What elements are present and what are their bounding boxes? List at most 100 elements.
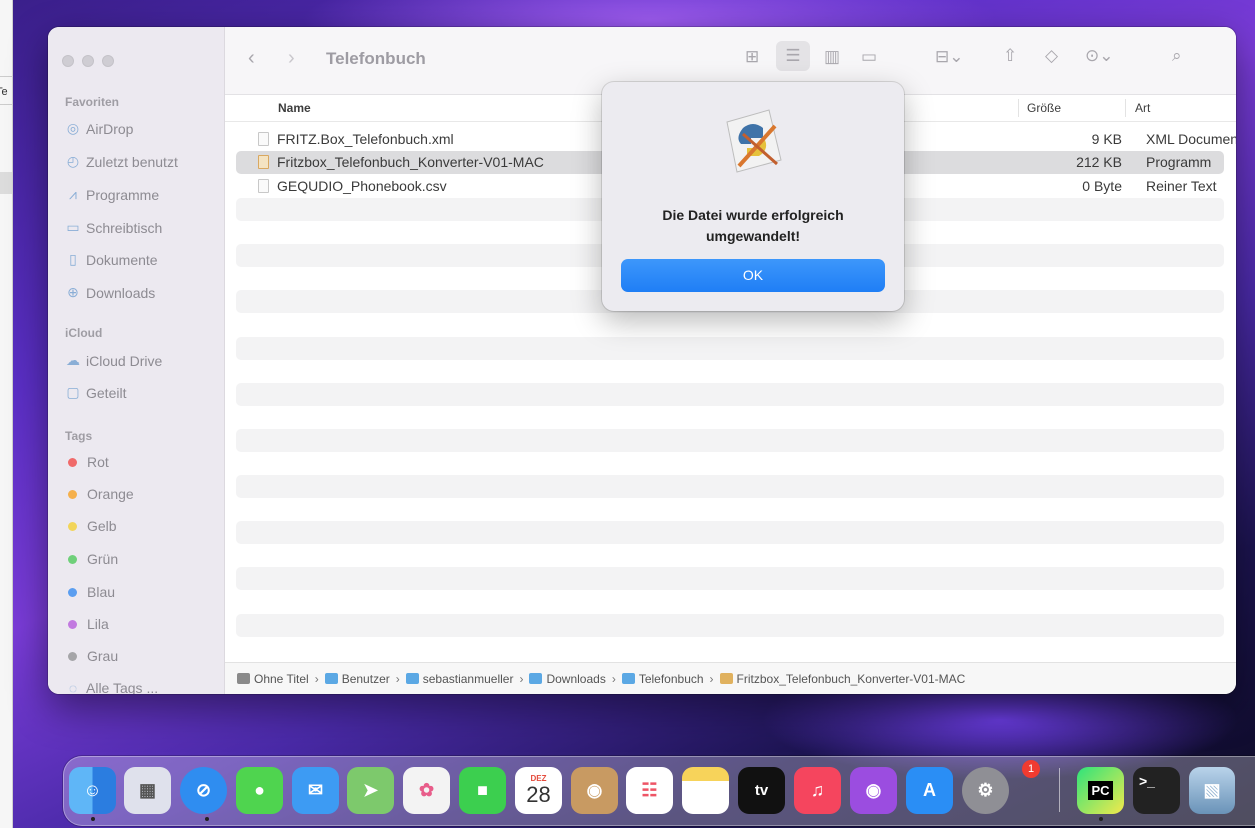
sidebar-item-desktop[interactable]: ▭ Schreibtisch: [65, 219, 162, 236]
sidebar-tag-blue[interactable]: Blau: [65, 584, 115, 600]
empty-row: [236, 614, 1224, 637]
tv-dock-icon[interactable]: tv: [738, 767, 785, 814]
home-folder-icon: [405, 673, 419, 684]
disk-icon: [237, 673, 250, 684]
path-bar: Ohne Titel › Benutzer › sebastianmueller › …: [225, 662, 1236, 694]
dock-separator: [1059, 768, 1060, 812]
tag-dot-icon: [68, 489, 77, 499]
empty-row: [236, 429, 1224, 452]
empty-row: [236, 521, 1224, 544]
folder-icon: [621, 673, 635, 684]
group-by-icon[interactable]: ⊟⌄: [935, 47, 964, 67]
sidebar-tag-gray[interactable]: Grau: [65, 648, 118, 664]
messages-dock-icon[interactable]: ●: [236, 767, 283, 814]
close-window-button[interactable]: [62, 55, 74, 67]
python-app-icon: [258, 155, 269, 169]
list-view-icon[interactable]: ☰: [776, 41, 810, 71]
app-store-dock-icon[interactable]: A: [906, 767, 953, 814]
path-item[interactable]: sebastianmueller: [423, 672, 514, 686]
mail-dock-icon[interactable]: ✉: [292, 767, 339, 814]
sidebar-tag-orange[interactable]: Orange: [65, 486, 134, 502]
maps-dock-icon[interactable]: ➤: [347, 767, 394, 814]
facetime-dock-icon[interactable]: ■: [459, 767, 506, 814]
column-kind[interactable]: Art: [1135, 101, 1150, 115]
python-app-icon: [719, 673, 733, 684]
sidebar-heading-tags: Tags: [65, 429, 93, 443]
sidebar-all-tags[interactable]: ◌ Alle Tags ...: [65, 680, 158, 694]
search-icon[interactable]: ⌕: [1172, 46, 1182, 66]
xml-file-icon: [258, 132, 269, 146]
clock-icon: ◴: [66, 153, 80, 169]
notification-badge: 1: [1022, 760, 1040, 778]
tag-dot-icon: [68, 651, 77, 661]
contacts-dock-icon[interactable]: ◉: [571, 767, 618, 814]
safari-dock-icon[interactable]: ⊘: [180, 767, 227, 814]
preview-dock-icon[interactable]: ▧: [1189, 767, 1235, 814]
terminal-dock-icon[interactable]: >_: [1133, 767, 1180, 814]
sidebar-item-icloud-drive[interactable]: ☁ iCloud Drive: [65, 352, 162, 369]
applications-icon: ⩘: [69, 186, 77, 202]
calendar-dock-icon[interactable]: DEZ 28: [515, 767, 562, 814]
tag-dot-icon: [68, 521, 77, 531]
path-item[interactable]: Downloads: [546, 672, 605, 686]
back-chevron-icon[interactable]: ‹: [248, 47, 255, 70]
sidebar-tag-purple[interactable]: Lila: [65, 616, 109, 632]
airdrop-icon: ◎: [66, 120, 80, 136]
icon-view-icon[interactable]: ⊞: [745, 47, 759, 67]
download-icon: ⊕: [67, 284, 79, 300]
column-name[interactable]: Name: [278, 101, 311, 115]
pycharm-dock-icon[interactable]: PC: [1077, 767, 1124, 814]
empty-row: [236, 383, 1224, 406]
gallery-view-icon[interactable]: ▭: [861, 47, 877, 67]
notes-dock-icon[interactable]: [682, 767, 729, 814]
sidebar-item-applications[interactable]: ⩘ Programme: [65, 186, 159, 203]
document-icon: ▯: [69, 251, 77, 267]
background-window-text: Te: [0, 86, 8, 98]
tag-dot-icon: [68, 587, 77, 597]
cloud-icon: ☁: [66, 352, 80, 368]
tag-dot-icon: [68, 554, 77, 564]
share-icon[interactable]: ⇧: [1003, 46, 1017, 66]
path-item[interactable]: Ohne Titel: [254, 672, 309, 686]
downloads-folder-icon: [529, 673, 543, 684]
reminders-dock-icon[interactable]: ☷: [626, 767, 673, 814]
sidebar-item-documents[interactable]: ▯ Dokumente: [65, 251, 157, 268]
finder-dock-icon[interactable]: ☺: [69, 767, 116, 814]
tag-icon[interactable]: ◇: [1045, 46, 1058, 66]
more-actions-icon[interactable]: ⊙⌄: [1085, 46, 1114, 66]
empty-row: [236, 567, 1224, 590]
photos-dock-icon[interactable]: ✿: [403, 767, 450, 814]
column-view-icon[interactable]: ▥: [824, 47, 840, 67]
zoom-window-button[interactable]: [102, 55, 114, 67]
tag-dot-icon: [68, 619, 77, 629]
music-dock-icon[interactable]: ♫: [794, 767, 841, 814]
path-item[interactable]: Benutzer: [342, 672, 390, 686]
path-item[interactable]: Fritzbox_Telefonbuch_Konverter-V01-MAC: [737, 672, 966, 686]
sidebar-tag-green[interactable]: Grün: [65, 551, 118, 567]
column-size[interactable]: Größe: [1027, 101, 1061, 115]
sidebar: Favoriten ◎ AirDrop ◴ Zuletzt benutzt ⩘ Pro…: [48, 27, 225, 694]
empty-row: [236, 337, 1224, 360]
sidebar-item-downloads[interactable]: ⊕ Downloads: [65, 284, 155, 301]
sidebar-item-shared[interactable]: ▢ Geteilt: [65, 384, 126, 401]
system-preferences-dock-icon[interactable]: ⚙: [962, 767, 1009, 814]
path-item[interactable]: Telefonbuch: [639, 672, 704, 686]
forward-chevron-icon[interactable]: ›: [288, 47, 295, 70]
tag-dot-icon: [68, 457, 77, 467]
all-tags-icon: ◌: [68, 680, 78, 694]
launchpad-dock-icon[interactable]: ▦: [124, 767, 171, 814]
sidebar-tag-yellow[interactable]: Gelb: [65, 518, 117, 534]
alert-dialog: Die Datei wurde erfolgreich umgewandelt!…: [602, 82, 904, 311]
podcasts-dock-icon[interactable]: ◉: [850, 767, 897, 814]
sidebar-item-airdrop[interactable]: ◎ AirDrop: [65, 120, 134, 137]
sidebar-tag-red[interactable]: Rot: [65, 454, 109, 470]
shared-folder-icon: ▢: [66, 384, 80, 400]
background-window-edge: Te: [0, 0, 13, 828]
minimize-window-button[interactable]: [82, 55, 94, 67]
empty-row: [236, 475, 1224, 498]
sidebar-item-recents[interactable]: ◴ Zuletzt benutzt: [65, 153, 178, 170]
ok-button[interactable]: OK: [621, 259, 885, 292]
text-file-icon: [258, 179, 269, 193]
sidebar-heading-icloud: iCloud: [65, 326, 103, 340]
window-title: Telefonbuch: [326, 49, 426, 68]
